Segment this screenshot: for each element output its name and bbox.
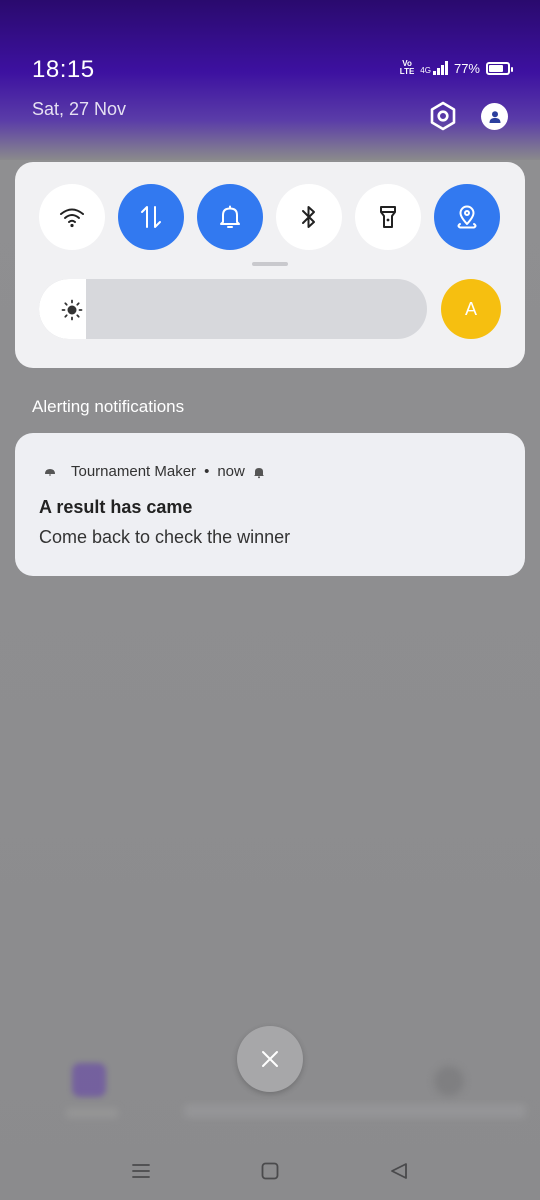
flashlight-toggle[interactable] xyxy=(355,184,421,250)
app-name: Tournament Maker xyxy=(71,463,197,480)
battery-percentage: 77% xyxy=(453,60,480,76)
clear-notifications-button[interactable] xyxy=(237,1026,303,1092)
background-app-icon xyxy=(72,1063,106,1097)
notification-card[interactable]: Tournament Maker • now A result has came… xyxy=(15,433,525,576)
date: Sat, 27 Nov xyxy=(32,99,127,119)
battery-icon xyxy=(486,61,513,75)
close-icon xyxy=(262,1051,278,1067)
user-account-icon[interactable] xyxy=(481,103,508,130)
section-header: Alerting notifications xyxy=(32,397,185,416)
navigation-bar xyxy=(0,1140,540,1200)
notification-time: now xyxy=(217,463,245,480)
notification-title: A result has came xyxy=(39,497,193,517)
flashlight-icon xyxy=(380,206,396,228)
settings-icon[interactable] xyxy=(428,101,458,131)
separator: • xyxy=(204,463,210,480)
wifi-toggle[interactable] xyxy=(39,184,105,250)
alert-bell-icon xyxy=(253,467,264,478)
volte-icon: Vo LTE xyxy=(399,59,415,76)
bluetooth-toggle[interactable] xyxy=(276,184,342,250)
background-bar xyxy=(184,1104,526,1118)
app-umbrella-icon xyxy=(45,468,55,476)
clock: 18:15 xyxy=(32,56,95,83)
back-icon[interactable] xyxy=(384,1156,414,1186)
background-app-icon-2 xyxy=(434,1066,464,1096)
panel-drag-handle[interactable] xyxy=(252,262,288,266)
mobile-data-toggle[interactable] xyxy=(118,184,184,250)
wifi-icon xyxy=(60,208,84,228)
data-arrows-icon xyxy=(141,206,161,228)
signal-icon: 4G xyxy=(420,61,448,75)
brightness-slider[interactable] xyxy=(39,279,427,339)
menu-icon[interactable] xyxy=(126,1156,156,1186)
notification-header: Tournament Maker • now xyxy=(43,463,266,480)
home-icon[interactable] xyxy=(255,1156,285,1186)
auto-brightness-button[interactable]: A xyxy=(441,279,501,339)
background-app-label xyxy=(66,1108,118,1118)
sound-toggle[interactable] xyxy=(197,184,263,250)
location-toggle[interactable] xyxy=(434,184,500,250)
bell-icon xyxy=(220,205,240,228)
quick-settings-panel: A xyxy=(15,162,525,368)
notification-body: Come back to check the winner xyxy=(39,527,291,547)
status-icons: Vo LTE 4G 77% xyxy=(399,59,513,76)
bluetooth-icon xyxy=(302,206,315,228)
location-pin-icon xyxy=(457,205,477,229)
brightness-sun-icon xyxy=(61,299,83,321)
